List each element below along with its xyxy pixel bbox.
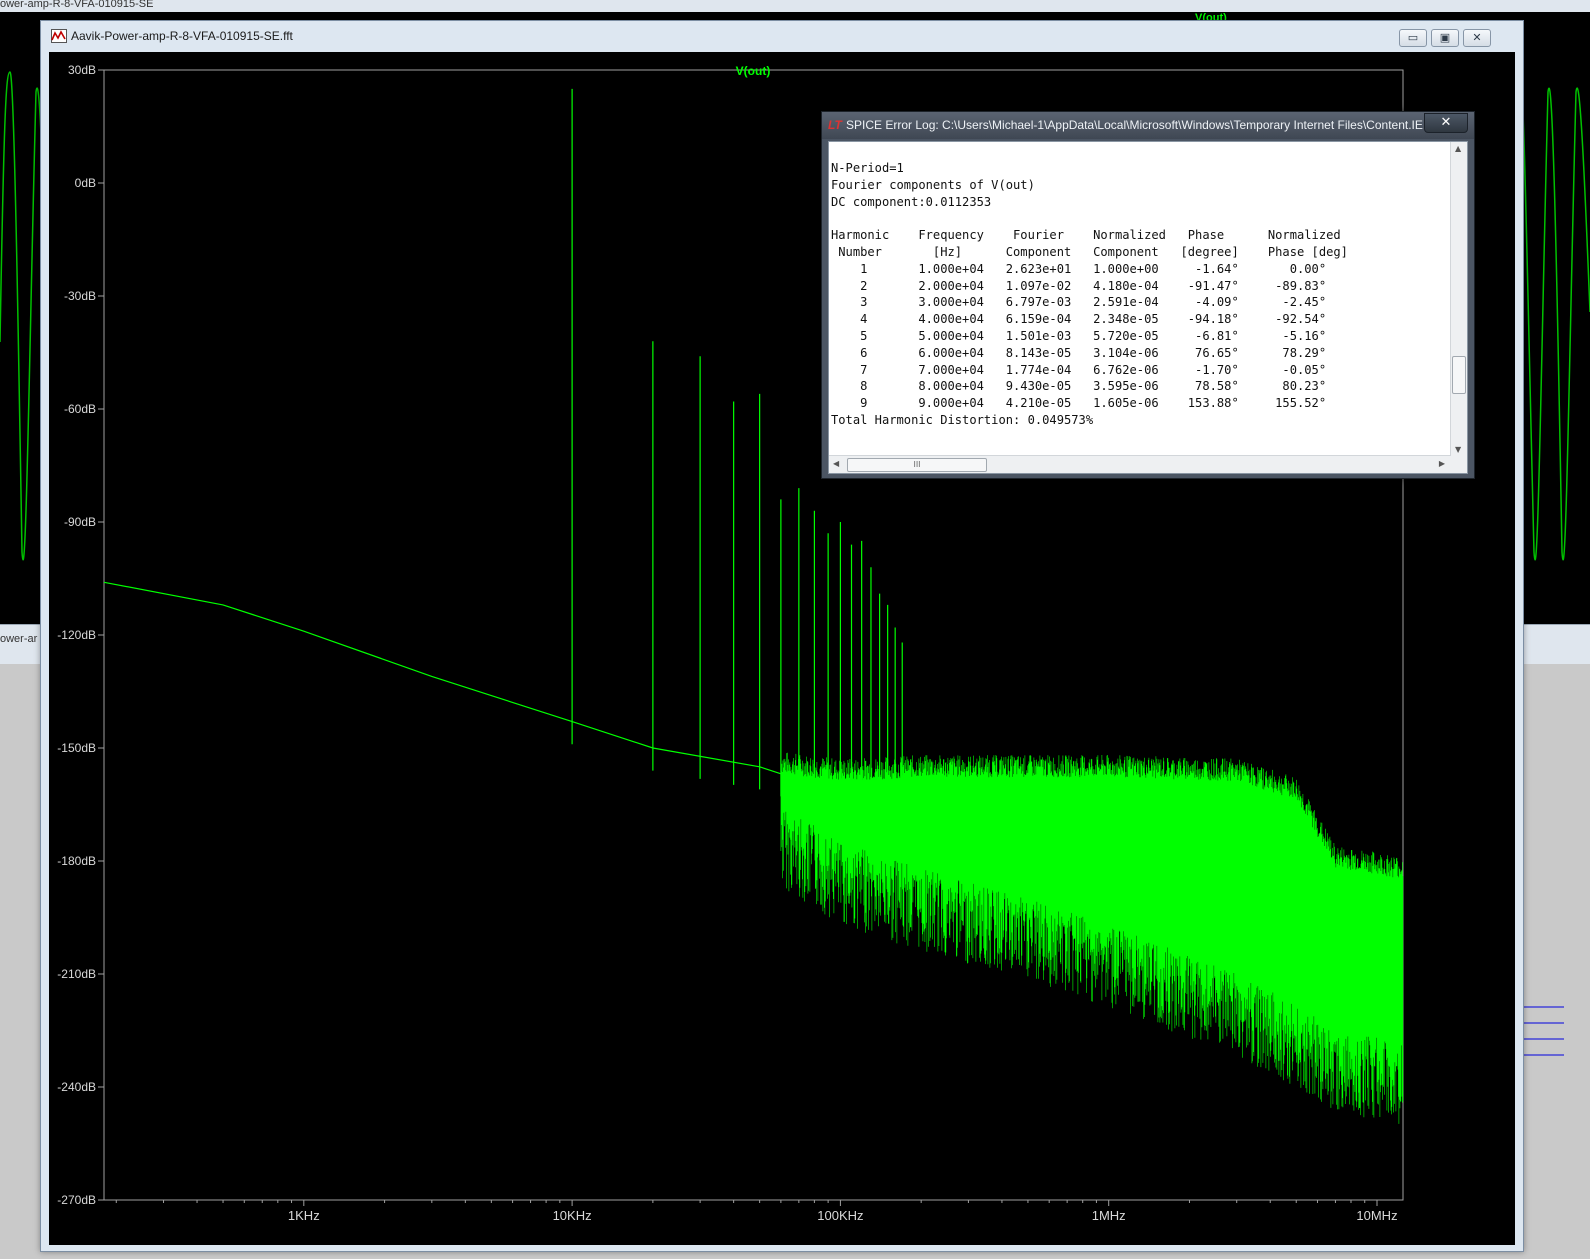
error-log-body[interactable]: N-Period=1 Fourier components of V(out) … <box>828 141 1468 474</box>
noise-floor-line <box>103 581 841 794</box>
trace-label[interactable]: V(out) <box>736 64 771 78</box>
y-tick-label: 0dB <box>75 176 96 190</box>
minimize-button[interactable]: ▭ <box>1399 29 1427 47</box>
resize-grip[interactable] <box>1451 456 1467 473</box>
y-tick-label: -90dB <box>64 515 96 529</box>
y-tick-label: -150dB <box>57 741 96 755</box>
waveform-icon <box>51 29 67 43</box>
ltspice-icon: LT <box>828 118 842 132</box>
scroll-up-icon[interactable]: ▲ <box>1455 144 1461 153</box>
close-button[interactable]: ✕ <box>1463 29 1491 47</box>
background-schematic-annotations <box>1524 1000 1564 1070</box>
background-window-title: ower-amp-R-8-VFA-010915-SE <box>0 0 154 10</box>
x-tick-label: 10KHz <box>553 1208 592 1223</box>
y-tick-label: -270dB <box>57 1193 96 1207</box>
error-log-title: SPICE Error Log: C:\Users\Michael-1\AppD… <box>846 118 1426 132</box>
y-axis-ticks: 30dB 0dB -30dB -60dB -90dB -120dB -150dB -180dB… <box>57 63 104 1207</box>
horizontal-scroll-thumb[interactable]: III <box>847 458 987 472</box>
x-axis-ticks: 1KHz 10KHz 100KHz 1MHz 10MHz <box>115 1200 1398 1223</box>
vertical-scrollbar[interactable]: ▲ ▼ <box>1450 142 1467 456</box>
y-tick-label: -240dB <box>57 1080 96 1094</box>
fft-window-title: Aavik-Power-amp-R-8-VFA-010915-SE.fft <box>71 29 293 43</box>
y-tick-label: -60dB <box>64 402 96 416</box>
y-tick-label: -120dB <box>57 628 96 642</box>
x-tick-label: 1MHz <box>1092 1208 1126 1223</box>
error-log-close-button[interactable]: ✕ <box>1424 113 1468 133</box>
spice-error-log-window[interactable]: LT SPICE Error Log: C:\Users\Michael-1\A… <box>821 111 1475 479</box>
x-tick-label: 1KHz <box>288 1208 320 1223</box>
scroll-down-icon[interactable]: ▼ <box>1455 445 1461 454</box>
fourier-results-text[interactable]: N-Period=1 Fourier components of V(out) … <box>831 160 1449 452</box>
scroll-left-icon[interactable]: ◀ <box>833 459 839 468</box>
background-tab-label: ower-ar <box>0 633 38 645</box>
y-tick-label: -210dB <box>57 967 96 981</box>
maximize-button[interactable]: ▣ <box>1431 29 1459 47</box>
fft-window-titlebar[interactable]: Aavik-Power-amp-R-8-VFA-010915-SE.fft ▭ … <box>41 21 1523 51</box>
vertical-scroll-thumb[interactable] <box>1452 356 1466 394</box>
error-log-titlebar[interactable]: LT SPICE Error Log: C:\Users\Michael-1\A… <box>822 112 1474 139</box>
y-tick-label: 30dB <box>68 63 96 77</box>
noise-band <box>780 752 1404 1124</box>
scroll-right-icon[interactable]: ▶ <box>1439 459 1445 468</box>
x-tick-label: 10MHz <box>1356 1208 1397 1223</box>
y-tick-label: -30dB <box>64 289 96 303</box>
x-tick-label: 100KHz <box>817 1208 863 1223</box>
noise-floor-trace <box>103 581 1404 1124</box>
y-tick-label: -180dB <box>57 854 96 868</box>
horizontal-scrollbar[interactable]: ◀ III ▶ <box>829 455 1451 473</box>
